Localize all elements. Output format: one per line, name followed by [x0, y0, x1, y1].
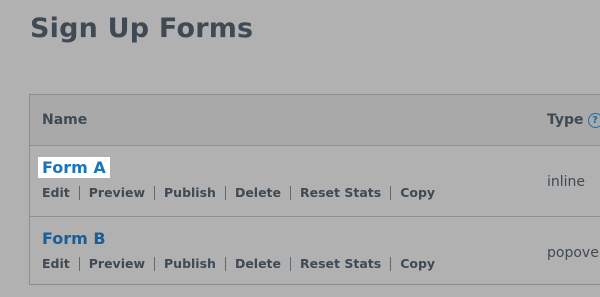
divider [78, 256, 80, 271]
table-row: Form A Edit Preview Publish Delete Reset… [30, 146, 600, 217]
edit-link[interactable]: Edit [42, 185, 70, 200]
preview-link[interactable]: Preview [89, 256, 145, 271]
table-row: Form B Edit Preview Publish Delete Reset… [30, 217, 600, 287]
page-title: Sign Up Forms [30, 13, 254, 44]
form-type: inline [547, 174, 586, 190]
column-header-type-label: Type [547, 112, 584, 128]
question-circle-icon[interactable]: ? [587, 112, 600, 128]
row-actions: Edit Preview Publish Delete Reset Stats … [42, 185, 435, 200]
copy-link[interactable]: Copy [400, 185, 435, 200]
column-header-name: Name [42, 112, 88, 128]
divider [290, 185, 292, 200]
publish-link[interactable]: Publish [164, 185, 216, 200]
table-header: Name Type ? [30, 95, 600, 146]
reset-stats-link[interactable]: Reset Stats [300, 256, 381, 271]
form-name-link[interactable]: Form A [38, 157, 110, 178]
divider [224, 185, 226, 200]
divider [154, 185, 156, 200]
preview-link[interactable]: Preview [89, 185, 145, 200]
form-name-link[interactable]: Form B [38, 228, 110, 249]
divider [224, 256, 226, 271]
edit-link[interactable]: Edit [42, 256, 70, 271]
delete-link[interactable]: Delete [235, 185, 281, 200]
forms-table: Name Type ? Form A Edit Preview Publish … [29, 94, 600, 285]
divider [390, 185, 392, 200]
reset-stats-link[interactable]: Reset Stats [300, 185, 381, 200]
divider [154, 256, 156, 271]
delete-link[interactable]: Delete [235, 256, 281, 271]
form-type: popove [547, 245, 599, 261]
publish-link[interactable]: Publish [164, 256, 216, 271]
copy-link[interactable]: Copy [400, 256, 435, 271]
column-header-type: Type ? [547, 112, 600, 128]
divider [390, 256, 392, 271]
row-actions: Edit Preview Publish Delete Reset Stats … [42, 256, 435, 271]
divider [78, 185, 80, 200]
divider [290, 256, 292, 271]
